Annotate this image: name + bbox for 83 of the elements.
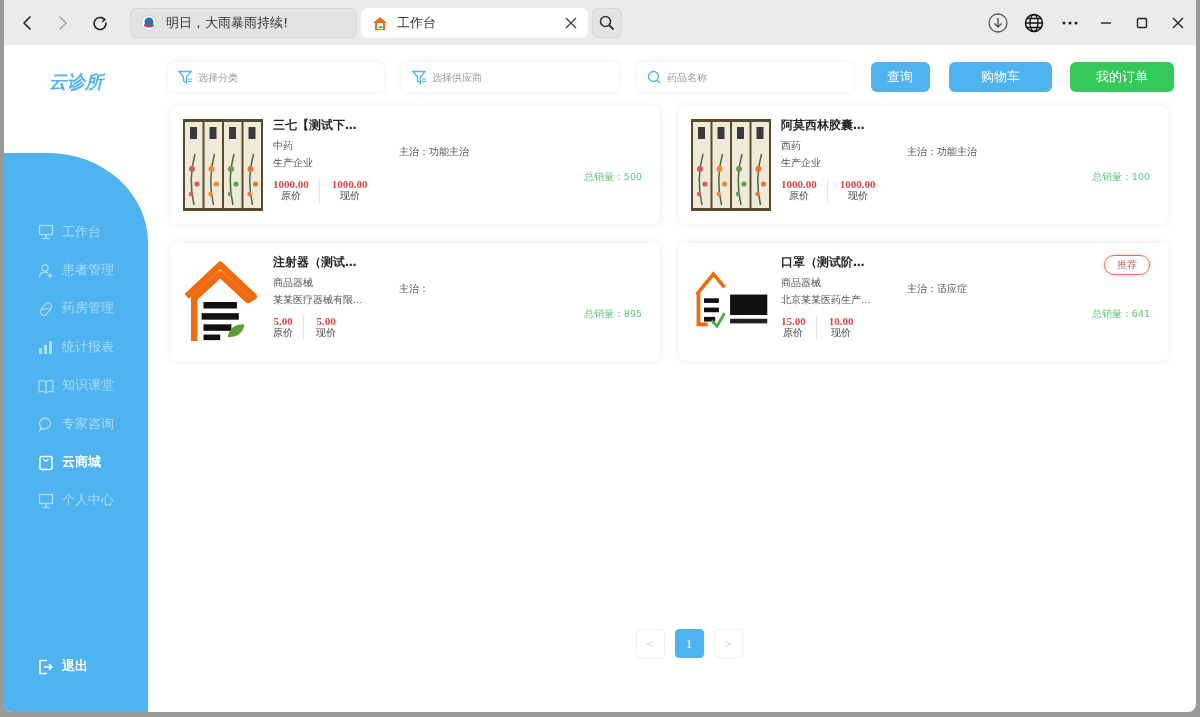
- price-label: 现价: [316, 327, 336, 340]
- product-indication: 主治：功能主治: [907, 146, 978, 159]
- product-category: 商品器械: [273, 276, 314, 290]
- sidebar-item[interactable]: 患者管理: [38, 251, 128, 290]
- product-company: 某某医疗器械有限…: [273, 293, 364, 307]
- sidebar-item[interactable]: 专家咨询: [38, 404, 128, 444]
- tab-title: 明日，大雨暴雨持续!: [166, 13, 290, 32]
- pill-icon: [38, 300, 54, 317]
- original-price: 1000.00: [781, 178, 817, 190]
- search-button[interactable]: [592, 7, 622, 38]
- sidebar-item[interactable]: 云商城: [38, 443, 128, 482]
- price-label: 原价: [783, 327, 804, 340]
- sidebar-item[interactable]: 药房管理: [38, 289, 128, 329]
- product-indication: 主治：: [399, 283, 430, 296]
- browser-tab[interactable]: 明日，大雨暴雨持续!: [130, 7, 357, 38]
- chat-icon: [38, 416, 54, 433]
- page-button[interactable]: 1: [674, 629, 704, 658]
- price-label: 现价: [339, 190, 360, 203]
- filter-icon: [178, 70, 192, 84]
- bag-icon: [38, 454, 54, 471]
- sidebar-item[interactable]: 知识课堂: [38, 366, 128, 405]
- house-icon: [372, 14, 388, 31]
- product-indication: 主治：功能主治: [399, 146, 470, 159]
- user-add-icon: [38, 262, 54, 279]
- back-icon[interactable]: [20, 14, 34, 31]
- download-icon[interactable]: [988, 12, 1008, 33]
- sales-count: 总销量：100: [1091, 171, 1150, 184]
- action-button[interactable]: 购物车: [948, 62, 1053, 92]
- browser-tab[interactable]: 工作台: [361, 7, 588, 38]
- sidebar-item[interactable]: 工作台: [38, 213, 128, 252]
- close-icon[interactable]: [565, 16, 577, 29]
- sidebar-item[interactable]: 统计报表: [38, 328, 128, 367]
- monitor-icon: [38, 492, 54, 509]
- product-company: 北京某某医药生产…: [781, 293, 872, 307]
- product-name: 口罩（测试阶…: [781, 255, 866, 270]
- globe-logo-icon: [141, 14, 157, 31]
- search-icon: [599, 14, 615, 31]
- product-card[interactable]: 阿莫西林胶囊… 西药 生产企业 1000.00 原价 1000.00 现价 主治：功能主治 总销量：100: [679, 106, 1168, 224]
- book-icon: [38, 377, 54, 394]
- sales-count: 总销量：895: [583, 308, 642, 321]
- price-label: 现价: [847, 190, 868, 203]
- product-name: 阿莫西林胶囊…: [781, 118, 866, 133]
- action-button[interactable]: 我的订单: [1070, 62, 1174, 92]
- product-category: 中药: [273, 139, 294, 153]
- search-icon: [646, 70, 661, 84]
- previous-page-button[interactable]: <: [635, 629, 665, 658]
- product-name: 注射器（测试…: [273, 255, 358, 270]
- globe-icon[interactable]: [1024, 12, 1044, 33]
- current-price: 1000.00: [839, 178, 876, 190]
- tab-title: 工作台: [397, 13, 437, 32]
- product-card[interactable]: 三七【测试下… 中药 生产企业 1000.00 原价 1000.00 现价 主治：功能主治 总销量：500: [171, 106, 660, 224]
- search-field[interactable]: 药品名称: [636, 62, 853, 92]
- filter-icon: [412, 70, 427, 84]
- product-category: 西药: [781, 139, 802, 153]
- price-label: 原价: [280, 190, 301, 203]
- product-category: 商品器械: [781, 276, 822, 290]
- logout-icon: [38, 658, 54, 675]
- product-card[interactable]: 注射器（测试… 商品器械 某某医疗器械有限… 5.00 原价 5.00 现价 主治： 总销量：895: [171, 243, 660, 361]
- product-name: 三七【测试下…: [273, 118, 358, 133]
- original-price: 15.00: [781, 315, 806, 327]
- product-company: 生产企业: [273, 156, 314, 170]
- current-price: 10.00: [828, 315, 854, 327]
- price-label: 原价: [788, 190, 809, 203]
- category-select[interactable]: 选择分类: [168, 62, 385, 92]
- original-price: 5.00: [273, 315, 293, 327]
- product-indication: 主治：适应症: [907, 283, 968, 296]
- action-button[interactable]: 查询: [870, 62, 930, 92]
- sales-count: 总销量：500: [583, 171, 642, 184]
- price-label: 原价: [273, 327, 293, 340]
- bar-chart-icon: [38, 339, 54, 356]
- monitor-icon: [38, 224, 54, 241]
- current-price: 1000.00: [331, 178, 368, 190]
- reload-icon[interactable]: [92, 14, 108, 31]
- supplier-select[interactable]: 选择供应商: [402, 62, 619, 92]
- product-card[interactable]: 口罩（测试阶… 商品器械 北京某某医药生产… 15.00 原价 10.00 现价 主治：适应症 推荐 总销量：641: [679, 243, 1168, 361]
- original-price: 1000.00: [273, 178, 309, 190]
- current-price: 5.00: [316, 315, 336, 327]
- product-company: 生产企业: [781, 156, 822, 170]
- next-page-button[interactable]: >: [713, 629, 743, 658]
- sales-count: 总销量：641: [1091, 308, 1150, 321]
- logout-item[interactable]: 退出: [38, 647, 128, 686]
- sidebar-item[interactable]: 个人中心: [38, 481, 128, 521]
- price-label: 现价: [831, 327, 852, 340]
